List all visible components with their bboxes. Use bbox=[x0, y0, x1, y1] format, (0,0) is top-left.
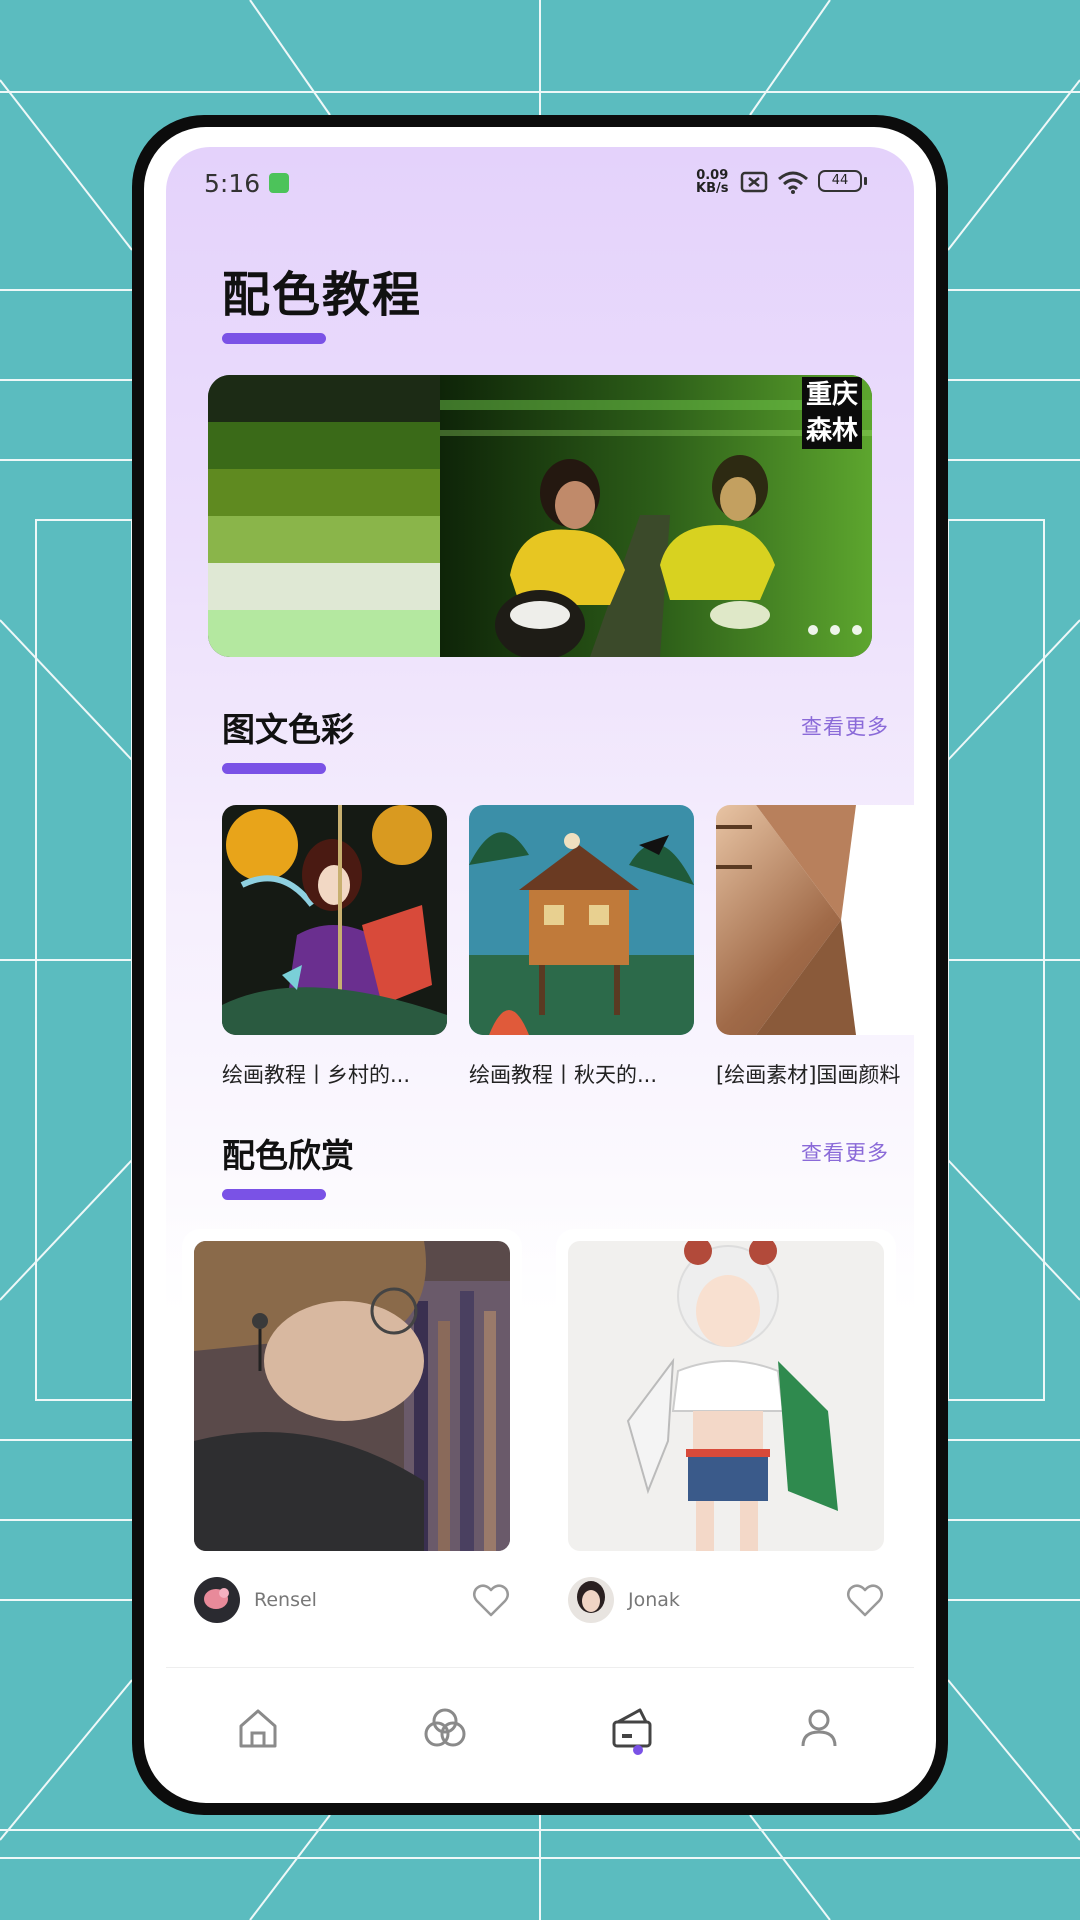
article-title: 绘画教程丨秋天的... bbox=[469, 1063, 658, 1087]
author-avatar bbox=[568, 1577, 614, 1623]
section-underline bbox=[222, 1189, 326, 1200]
app-notification-icon bbox=[269, 173, 289, 193]
gallery-card[interactable]: Jonak bbox=[556, 1229, 896, 1637]
palette-swatch bbox=[208, 422, 440, 469]
battery-icon: 44 bbox=[818, 170, 862, 192]
palette-swatch bbox=[208, 375, 440, 422]
articles-more-link[interactable]: 查看更多 bbox=[801, 711, 889, 741]
article-thumbnail bbox=[716, 805, 914, 1035]
like-heart-icon[interactable] bbox=[846, 1582, 884, 1618]
article-card[interactable]: 绘画教程丨秋天的... bbox=[469, 805, 694, 1089]
palette-swatch bbox=[208, 610, 440, 657]
user-icon[interactable] bbox=[797, 1706, 841, 1750]
author-name: Rensel bbox=[254, 1589, 317, 1611]
status-bar: 5:16 0.09 KB/s 44 bbox=[166, 147, 914, 217]
carousel-dot bbox=[852, 625, 862, 635]
home-icon[interactable] bbox=[236, 1706, 280, 1750]
battery-tip bbox=[864, 177, 867, 185]
article-thumbnail bbox=[469, 805, 694, 1035]
title-underline bbox=[222, 333, 326, 344]
palette-box-icon[interactable] bbox=[610, 1706, 654, 1750]
carousel-dot bbox=[830, 625, 840, 635]
article-title: 绘画教程丨乡村的... bbox=[222, 1063, 411, 1087]
banner-caption-line1: 重庆 bbox=[801, 377, 862, 413]
section-underline bbox=[222, 763, 326, 774]
carousel-dot bbox=[808, 625, 818, 635]
like-heart-icon[interactable] bbox=[472, 1582, 510, 1618]
network-speed-unit: KB/s bbox=[696, 181, 729, 196]
author-avatar bbox=[194, 1577, 240, 1623]
carousel-indicator bbox=[808, 625, 862, 635]
gallery-image bbox=[194, 1241, 510, 1551]
bottom-navigation bbox=[166, 1667, 914, 1767]
color-circles-icon[interactable] bbox=[423, 1706, 467, 1750]
battery-level: 44 bbox=[831, 173, 849, 188]
app-screen: 5:16 0.09 KB/s 44 配色教程 重庆 森林 图文色彩 查看更多 绘… bbox=[166, 147, 914, 1767]
color-palette bbox=[208, 375, 440, 657]
active-tab-indicator bbox=[633, 1745, 643, 1755]
article-card[interactable]: [绘画素材]国画颜料 bbox=[716, 805, 914, 1089]
page-title: 配色教程 bbox=[222, 267, 423, 323]
palette-swatch bbox=[208, 469, 440, 516]
palette-swatch bbox=[208, 563, 440, 610]
banner-caption: 重庆 森林 bbox=[801, 377, 862, 449]
gallery-image bbox=[568, 1241, 884, 1551]
palette-swatch bbox=[208, 516, 440, 563]
network-speed: 0.09 KB/s bbox=[696, 169, 728, 195]
status-time: 5:16 bbox=[204, 169, 261, 198]
banner-caption-line2: 森林 bbox=[801, 413, 862, 449]
article-thumbnail bbox=[222, 805, 447, 1035]
gallery-card[interactable]: Rensel bbox=[182, 1229, 522, 1637]
section-title-articles: 图文色彩 bbox=[222, 710, 354, 749]
banner-carousel[interactable]: 重庆 森林 bbox=[208, 375, 872, 657]
article-title: [绘画素材]国画颜料 bbox=[716, 1063, 901, 1087]
article-card[interactable]: 绘画教程丨乡村的... bbox=[222, 805, 447, 1089]
section-title-gallery: 配色欣赏 bbox=[222, 1136, 354, 1175]
no-sim-icon bbox=[740, 171, 768, 193]
author-name: Jonak bbox=[628, 1589, 680, 1611]
gallery-more-link[interactable]: 查看更多 bbox=[801, 1137, 889, 1167]
wifi-icon bbox=[778, 171, 808, 194]
